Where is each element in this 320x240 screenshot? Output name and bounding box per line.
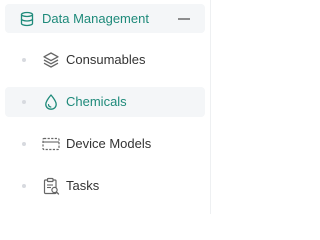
menu-item-consumables[interactable]: Consumables [5, 45, 205, 75]
menu-item-label: Consumables [66, 52, 146, 67]
bullet-dot [22, 142, 26, 146]
menu-group-label: Data Management [42, 11, 149, 26]
device-icon [42, 137, 60, 151]
droplet-icon [45, 94, 57, 110]
menu-item-chemicals[interactable]: Chemicals [5, 87, 205, 117]
clipboard-icon [43, 177, 60, 195]
menu-group-data-management[interactable]: Data Management [5, 4, 205, 33]
menu-item-label: Device Models [66, 136, 152, 151]
sidebar-menu: Data Management Consumables Chemicals De… [0, 0, 213, 214]
bullet-dot [22, 58, 26, 62]
menu-item-device-models[interactable]: Device Models [5, 129, 205, 159]
layers-icon [43, 52, 59, 68]
menu-item-label: Chemicals [66, 94, 127, 109]
sidebar-divider [210, 0, 211, 214]
database-icon [20, 11, 34, 27]
menu-item-label: Tasks [66, 178, 100, 193]
bullet-dot [22, 184, 26, 188]
bullet-dot [22, 100, 26, 104]
minus-icon[interactable] [177, 11, 191, 27]
menu-item-tasks[interactable]: Tasks [5, 171, 205, 201]
